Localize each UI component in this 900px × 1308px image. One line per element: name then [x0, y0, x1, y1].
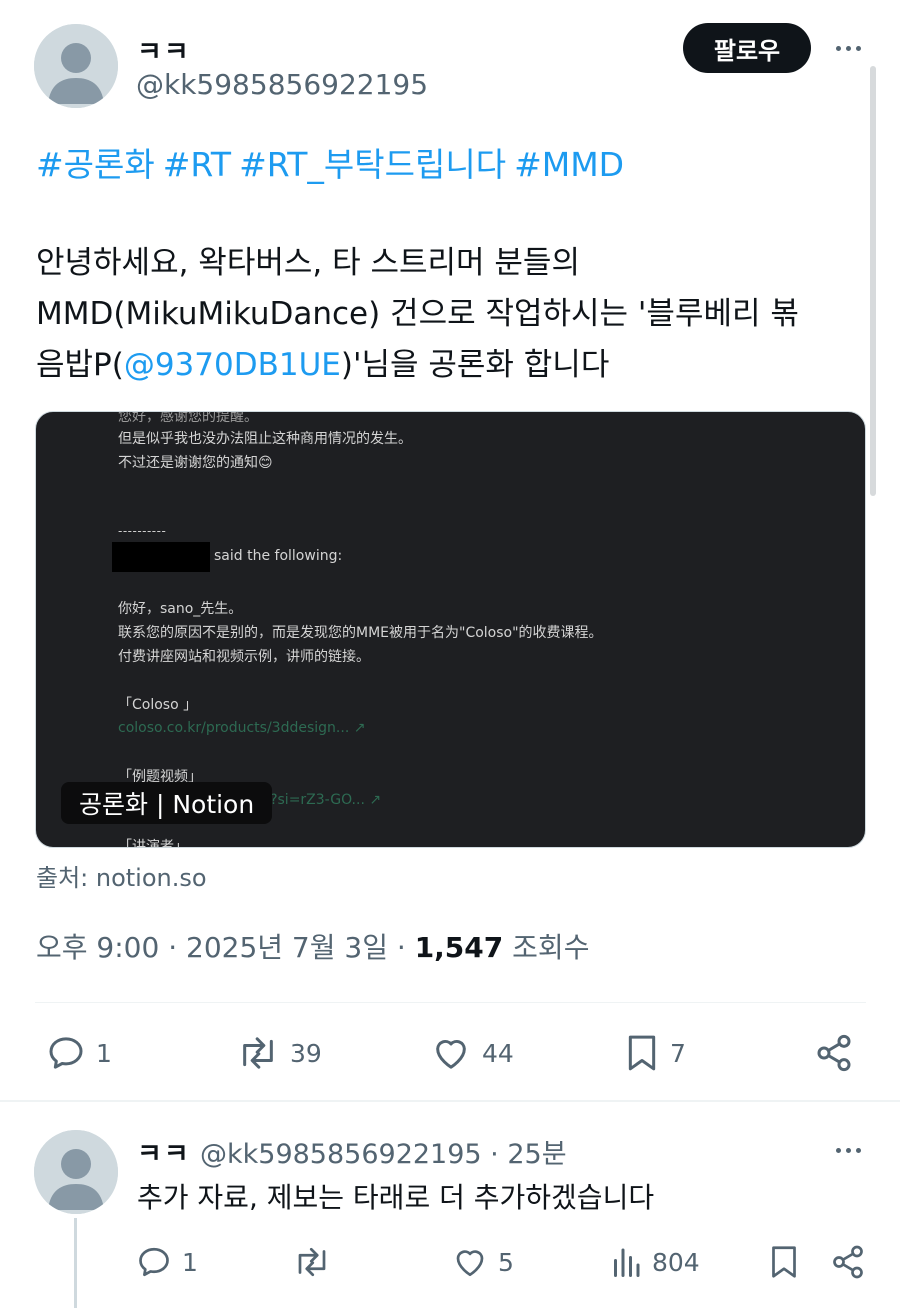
- view-count: 804: [652, 1247, 700, 1277]
- card-link-text: M?si=rZ3-GO... ↗: [258, 792, 382, 808]
- link-card[interactable]: 您好，感谢您的提醒。 但是似乎我也没办法阻止这种商用情况的发生。 不过还是谢谢您…: [35, 411, 866, 848]
- analytics-icon: [614, 1248, 640, 1277]
- retweet-button[interactable]: 39: [236, 1033, 322, 1073]
- reply-meta: @kk5985856922195 · 25분: [200, 1139, 567, 1170]
- scrollbar[interactable]: [870, 66, 876, 496]
- redacted-block: [112, 542, 210, 572]
- avatar[interactable]: [34, 24, 118, 108]
- follow-button[interactable]: 팔로우: [683, 23, 811, 73]
- card-text-line: said the following:: [214, 548, 343, 564]
- reply-count: 1: [96, 1038, 112, 1068]
- author-name[interactable]: ㅋㅋ: [137, 30, 191, 69]
- reply-time[interactable]: 25분: [507, 1139, 566, 1170]
- more-options-icon[interactable]: [828, 38, 868, 58]
- default-avatar-icon: [34, 1130, 118, 1214]
- card-text-line: 「讲演者」: [118, 839, 188, 848]
- reply-count: 1: [182, 1247, 198, 1277]
- tweet-text-line: 안녕하세요, 왁타버스, 타 스트리머 분들의: [36, 245, 580, 281]
- share-icon: [833, 1245, 863, 1279]
- divider: [0, 1100, 900, 1102]
- card-text-line: 付费讲座网站和视频示例，讲师的链接。: [118, 649, 370, 665]
- bookmark-icon: [628, 1035, 656, 1071]
- view-label: 조회수: [512, 931, 590, 964]
- external-link-icon: ↗: [369, 792, 382, 808]
- mention-link[interactable]: @9370DB1UE: [124, 347, 341, 383]
- reply-author-handle[interactable]: @kk5985856922195: [200, 1139, 482, 1170]
- card-text-line: 您好，感谢您的提醒。: [118, 411, 258, 425]
- reply-icon: [49, 1037, 83, 1069]
- external-link-icon: ↗: [353, 720, 366, 736]
- share-button[interactable]: [830, 1244, 866, 1280]
- tweet-text-line: MMD(MikuMikuDance) 건으로 작업하시는 '블루베리 볶: [36, 296, 799, 332]
- more-options-icon[interactable]: [828, 1140, 868, 1160]
- tweet-meta: 오후 9:00 · 2025년 7월 3일 · 1,547 조회수: [36, 931, 590, 964]
- retweet-icon: [298, 1247, 326, 1277]
- like-button[interactable]: 5: [452, 1244, 514, 1280]
- reply-author-name[interactable]: ㅋㅋ: [137, 1132, 191, 1171]
- card-text-line: 但是似乎我也没办法阻止这种商用情况的发生。: [118, 431, 412, 447]
- reply-button[interactable]: 1: [136, 1244, 198, 1280]
- author-handle[interactable]: @kk5985856922195: [136, 68, 428, 101]
- share-icon: [817, 1034, 851, 1072]
- views-button[interactable]: 804: [610, 1244, 700, 1280]
- reply-text: 추가 자료, 제보는 타래로 더 추가하겠습니다: [137, 1181, 655, 1214]
- tweet-text: 안녕하세요, 왁타버스, 타 스트리머 분들의 MMD(MikuMikuDanc…: [36, 238, 866, 391]
- tweet-text-line: 음밥P(@9370DB1UE)'님을 공론화 합니다: [36, 347, 610, 383]
- bookmark-button[interactable]: 7: [624, 1033, 686, 1073]
- card-link-text: coloso.co.kr/products/3ddesign... ↗: [118, 720, 366, 736]
- divider: [35, 1002, 866, 1003]
- heart-icon: [456, 1250, 484, 1277]
- tweet-time[interactable]: 오후 9:00: [36, 931, 159, 964]
- card-text-line: 不过还是谢谢您的通知😊: [118, 455, 273, 471]
- hashtag-link[interactable]: #RT: [163, 145, 231, 184]
- hashtag-link[interactable]: #MMD: [514, 145, 624, 184]
- like-count: 5: [498, 1247, 514, 1277]
- share-button[interactable]: [814, 1033, 854, 1073]
- retweet-button[interactable]: [292, 1244, 332, 1280]
- retweet-icon: [243, 1037, 273, 1069]
- card-divider-text: ----------: [118, 524, 167, 538]
- tweet-date[interactable]: 2025년 7월 3일: [186, 931, 388, 964]
- card-text-line: 联系您的原因不是别的，而是发现您的MME被用于名为"Coloso"的收费课程。: [118, 625, 603, 641]
- bookmark-count: 7: [670, 1038, 686, 1068]
- card-source[interactable]: 출처: notion.so: [36, 858, 207, 893]
- hashtag-list: #공론화 #RT #RT_부탁드립니다 #MMD: [36, 138, 632, 186]
- card-title-badge: 공론화 | Notion: [61, 782, 273, 824]
- default-avatar-icon: [34, 24, 118, 108]
- bookmark-icon: [772, 1246, 796, 1278]
- hashtag-link[interactable]: #공론화: [36, 145, 155, 184]
- bookmark-button[interactable]: [768, 1244, 800, 1280]
- view-count: 1,547: [414, 931, 504, 964]
- thread-line: [74, 1218, 77, 1308]
- reply-button[interactable]: 1: [46, 1033, 112, 1073]
- retweet-count: 39: [290, 1038, 322, 1068]
- hashtag-link[interactable]: #RT_부탁드립니다: [239, 145, 506, 184]
- reply-icon: [139, 1247, 169, 1277]
- avatar[interactable]: [34, 1130, 118, 1214]
- heart-icon: [436, 1040, 466, 1069]
- like-count: 44: [482, 1038, 514, 1068]
- card-text-line: 「Coloso 」: [118, 697, 198, 713]
- like-button[interactable]: 44: [430, 1033, 514, 1073]
- card-text-line: 你好，sano_先生。: [118, 601, 243, 617]
